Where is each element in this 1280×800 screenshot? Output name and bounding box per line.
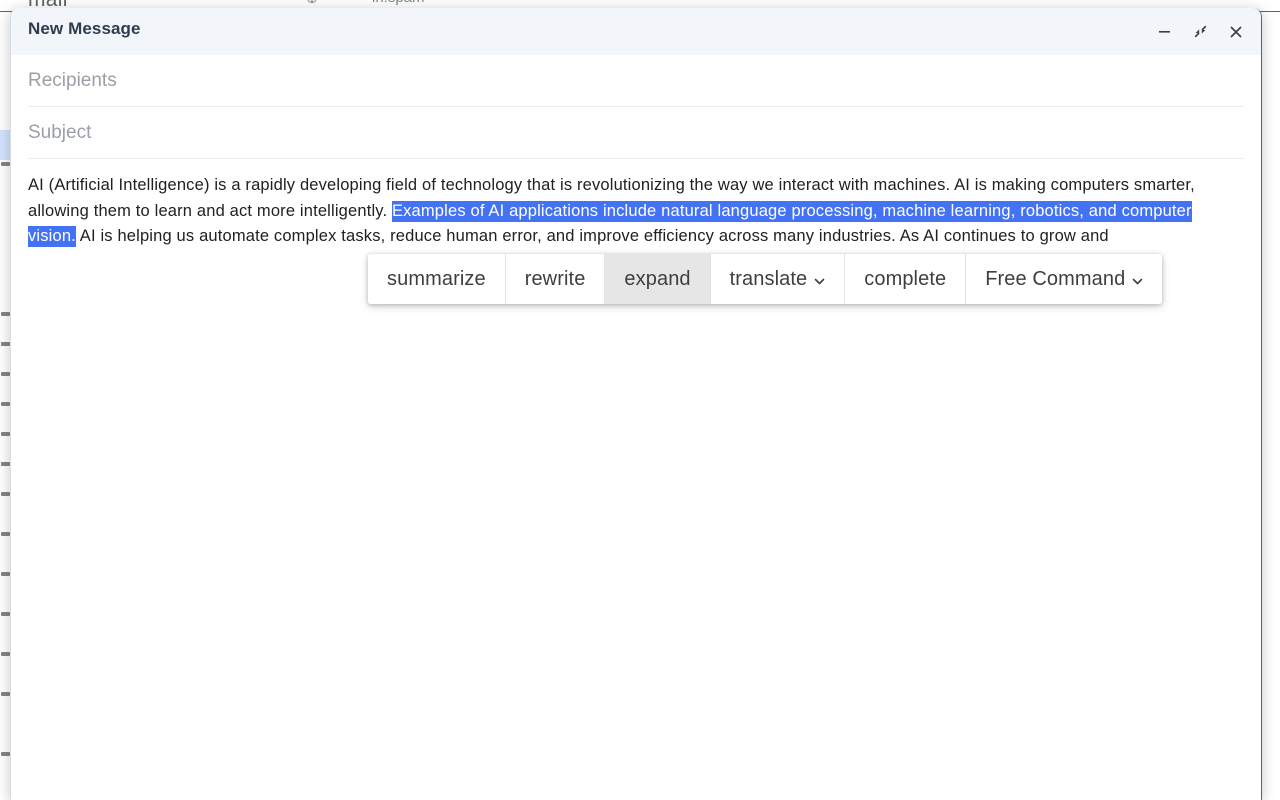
- summarize-label: summarize: [387, 267, 486, 290]
- rail-item: [1, 652, 10, 656]
- expand-button[interactable]: expand: [605, 254, 711, 304]
- summarize-button[interactable]: summarize: [368, 254, 506, 304]
- rewrite-label: rewrite: [524, 267, 586, 290]
- complete-label: complete: [864, 267, 947, 290]
- compose-window: New Message Recipients Subject AI (Artif…: [10, 8, 1262, 800]
- rail-item: [1, 402, 10, 406]
- expand-label: expand: [624, 267, 691, 290]
- rail-item: [1, 572, 10, 576]
- rail-item: [1, 372, 10, 376]
- ai-command-toolbar: summarize rewrite expand translate compl…: [368, 254, 1163, 304]
- close-icon: [1228, 24, 1244, 40]
- window-controls: [1149, 8, 1251, 55]
- close-button[interactable]: [1221, 17, 1251, 47]
- minimize-icon: [1157, 24, 1172, 39]
- rail-item: [1, 162, 10, 166]
- rail-item: [1, 492, 10, 496]
- search-icon: ⎊: [306, 0, 318, 7]
- rewrite-button[interactable]: rewrite: [505, 254, 606, 304]
- free-command-label: Free Command: [985, 267, 1126, 290]
- collapse-button[interactable]: [1185, 17, 1215, 47]
- rail-item: [1, 312, 10, 316]
- minimize-button[interactable]: [1149, 17, 1179, 47]
- rail-item: [1, 752, 10, 756]
- translate-label: translate: [729, 267, 808, 290]
- collapse-arrows-icon: [1193, 24, 1208, 39]
- recipients-row[interactable]: [28, 55, 1244, 107]
- message-body-text[interactable]: AI (Artificial Intelligence) is a rapidl…: [28, 173, 1218, 250]
- rail-item: [1, 432, 10, 436]
- recipients-input[interactable]: [28, 55, 1244, 106]
- rail-item: [1, 612, 10, 616]
- body-segment-after: AI is helping us automate complex tasks,…: [75, 227, 1109, 245]
- rail-item: [1, 692, 10, 696]
- rail-item: [1, 462, 10, 466]
- rail-item: [1, 342, 10, 346]
- subject-input[interactable]: [28, 107, 1244, 158]
- subject-row[interactable]: [28, 107, 1244, 159]
- chevron-down-icon: [1132, 276, 1143, 287]
- rail-item: [1, 532, 10, 536]
- complete-button[interactable]: complete: [845, 254, 967, 304]
- chevron-down-icon: [814, 276, 825, 287]
- background-search-text: in:spam: [372, 0, 425, 6]
- page-title: New Message: [28, 19, 141, 38]
- free-command-button[interactable]: Free Command: [966, 254, 1163, 304]
- compose-header: New Message: [11, 8, 1261, 55]
- translate-button[interactable]: translate: [710, 254, 846, 304]
